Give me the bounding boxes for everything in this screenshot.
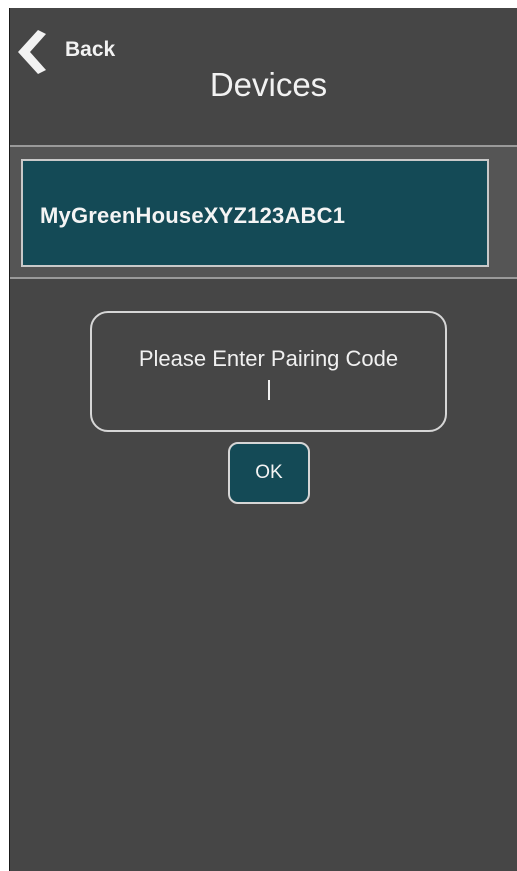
app-screen: Back Devices MyGreenHouseXYZ123ABC1 Plea…: [10, 8, 517, 871]
pairing-code-prompt: Please Enter Pairing Code: [138, 346, 399, 371]
pairing-code-dialog: Please Enter Pairing Code: [90, 311, 447, 432]
back-label: Back: [65, 38, 116, 61]
ok-button[interactable]: OK: [228, 442, 310, 504]
device-list-item[interactable]: MyGreenHouseXYZ123ABC1: [21, 159, 489, 267]
device-list: MyGreenHouseXYZ123ABC1: [10, 145, 517, 279]
pairing-code-input[interactable]: [142, 375, 399, 405]
text-caret: [268, 380, 270, 400]
device-name: MyGreenHouseXYZ123ABC1: [40, 203, 346, 228]
page-title: Devices: [209, 66, 328, 103]
